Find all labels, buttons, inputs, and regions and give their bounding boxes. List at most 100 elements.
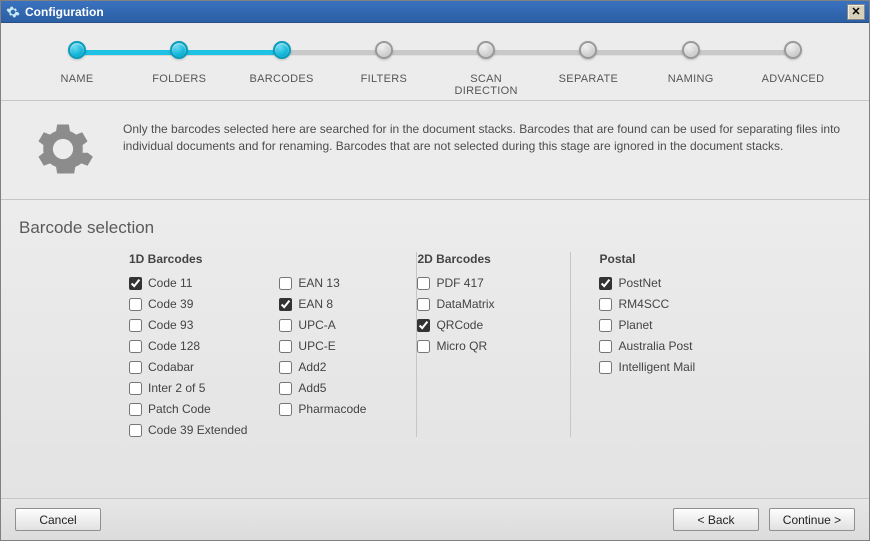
step-label: NAME xyxy=(61,73,94,85)
step-label: SCAN DIRECTION xyxy=(455,73,518,97)
checkbox-ean-13[interactable]: EAN 13 xyxy=(279,276,366,290)
checkbox-input[interactable] xyxy=(599,298,612,311)
checkbox-input[interactable] xyxy=(599,361,612,374)
checkbox-input[interactable] xyxy=(129,319,142,332)
checkbox-micro-qr[interactable]: Micro QR xyxy=(417,339,494,353)
step-dot[interactable] xyxy=(170,41,188,59)
checkbox-input[interactable] xyxy=(129,277,142,290)
step-folders[interactable]: FOLDERS xyxy=(129,41,229,85)
step-name[interactable]: NAME xyxy=(27,41,127,85)
step-naming[interactable]: NAMING xyxy=(641,41,741,85)
checkbox-input[interactable] xyxy=(279,361,292,374)
continue-button[interactable]: Continue > xyxy=(769,508,855,531)
step-label: ADVANCED xyxy=(762,73,825,85)
checkbox-pdf-417[interactable]: PDF 417 xyxy=(417,276,494,290)
step-barcodes[interactable]: BARCODES xyxy=(232,41,332,85)
checkbox-input[interactable] xyxy=(129,298,142,311)
window-title: Configuration xyxy=(25,5,104,19)
checkbox-input[interactable] xyxy=(417,277,430,290)
step-dot[interactable] xyxy=(579,41,597,59)
checkbox-input[interactable] xyxy=(279,340,292,353)
checkbox-input[interactable] xyxy=(279,277,292,290)
checkbox-label: Code 93 xyxy=(148,318,193,332)
group-2d-barcodes: 2D Barcodes PDF 417 DataMatrix QRCode Mi… xyxy=(416,252,571,437)
checkbox-input[interactable] xyxy=(599,319,612,332)
step-filters[interactable]: FILTERS xyxy=(334,41,434,85)
step-scan-direction[interactable]: SCAN DIRECTION xyxy=(436,41,536,97)
step-dot[interactable] xyxy=(68,41,86,59)
checkbox-input[interactable] xyxy=(599,277,612,290)
checkbox-input[interactable] xyxy=(129,361,142,374)
checkbox-input[interactable] xyxy=(417,340,430,353)
titlebar: Configuration ✕ xyxy=(1,1,869,23)
checkbox-code-93[interactable]: Code 93 xyxy=(129,318,247,332)
checkbox-australia-post[interactable]: Australia Post xyxy=(599,339,695,353)
step-label: BARCODES xyxy=(249,73,313,85)
step-separate[interactable]: SEPARATE xyxy=(538,41,638,85)
checkbox-label: Add5 xyxy=(298,381,326,395)
checkbox-input[interactable] xyxy=(417,298,430,311)
checkbox-datamatrix[interactable]: DataMatrix xyxy=(417,297,494,311)
checkbox-patch-code[interactable]: Patch Code xyxy=(129,402,247,416)
step-advanced[interactable]: ADVANCED xyxy=(743,41,843,85)
checkbox-pharmacode[interactable]: Pharmacode xyxy=(279,402,366,416)
barcode-columns: 1D Barcodes Code 11 Code 39 Code 93 Code… xyxy=(19,252,851,437)
checkbox-label: Code 11 xyxy=(148,276,192,290)
config-window: Configuration ✕ NAME FOLDERS BARCODES FI… xyxy=(0,0,870,541)
checkbox-ean-8[interactable]: EAN 8 xyxy=(279,297,366,311)
checkbox-code-39[interactable]: Code 39 xyxy=(129,297,247,311)
group-postal: Postal PostNet RM4SCC Planet Australia P… xyxy=(571,252,723,437)
checkbox-input[interactable] xyxy=(279,319,292,332)
checkbox-add2[interactable]: Add2 xyxy=(279,360,366,374)
back-button[interactable]: < Back xyxy=(673,508,759,531)
checkbox-label: Code 39 Extended xyxy=(148,423,247,437)
step-label: FOLDERS xyxy=(152,73,206,85)
checkbox-input[interactable] xyxy=(129,340,142,353)
step-dot[interactable] xyxy=(375,41,393,59)
checkbox-input[interactable] xyxy=(279,382,292,395)
checkbox-postnet[interactable]: PostNet xyxy=(599,276,695,290)
checkbox-rm4scc[interactable]: RM4SCC xyxy=(599,297,695,311)
footer: Cancel < Back Continue > xyxy=(1,498,869,540)
step-dot[interactable] xyxy=(682,41,700,59)
checkbox-qrcode[interactable]: QRCode xyxy=(417,318,494,332)
step-dot[interactable] xyxy=(784,41,802,59)
checkbox-add5[interactable]: Add5 xyxy=(279,381,366,395)
checkbox-input[interactable] xyxy=(279,403,292,416)
checkbox-inter-2-of-5[interactable]: Inter 2 of 5 xyxy=(129,381,247,395)
checkbox-input[interactable] xyxy=(417,319,430,332)
step-label: SEPARATE xyxy=(559,73,618,85)
checkbox-code-128[interactable]: Code 128 xyxy=(129,339,247,353)
close-icon: ✕ xyxy=(851,5,860,18)
cancel-button[interactable]: Cancel xyxy=(15,508,101,531)
subcol-postal: PostNet RM4SCC Planet Australia Post Int… xyxy=(599,276,695,374)
checkbox-input[interactable] xyxy=(129,403,142,416)
subcol-1d-left: Code 11 Code 39 Code 93 Code 128 Codabar… xyxy=(129,276,247,437)
checkbox-code-11[interactable]: Code 11 xyxy=(129,276,247,290)
checkbox-label: Intelligent Mail xyxy=(618,360,695,374)
close-button[interactable]: ✕ xyxy=(847,4,865,20)
checkbox-label: Inter 2 of 5 xyxy=(148,381,205,395)
subcol-2d: PDF 417 DataMatrix QRCode Micro QR xyxy=(417,276,494,353)
checkbox-upc-e[interactable]: UPC-E xyxy=(279,339,366,353)
group-header-1d: 1D Barcodes xyxy=(129,252,247,266)
wizard-stepper: NAME FOLDERS BARCODES FILTERS SCAN DIREC… xyxy=(1,23,869,101)
step-dot[interactable] xyxy=(477,41,495,59)
checkbox-label: Add2 xyxy=(298,360,326,374)
checkbox-label: EAN 8 xyxy=(298,297,333,311)
checkbox-input[interactable] xyxy=(129,382,142,395)
checkbox-input[interactable] xyxy=(279,298,292,311)
checkbox-codabar[interactable]: Codabar xyxy=(129,360,247,374)
checkbox-code-39-extended[interactable]: Code 39 Extended xyxy=(129,423,247,437)
group-header-2d: 2D Barcodes xyxy=(417,252,494,266)
checkbox-label: Planet xyxy=(618,318,652,332)
checkbox-label: Pharmacode xyxy=(298,402,366,416)
step-dot[interactable] xyxy=(273,41,291,59)
step-label: FILTERS xyxy=(361,73,408,85)
checkbox-intelligent-mail[interactable]: Intelligent Mail xyxy=(599,360,695,374)
checkbox-label: PostNet xyxy=(618,276,661,290)
checkbox-planet[interactable]: Planet xyxy=(599,318,695,332)
checkbox-input[interactable] xyxy=(599,340,612,353)
checkbox-upc-a[interactable]: UPC-A xyxy=(279,318,366,332)
checkbox-input[interactable] xyxy=(129,424,142,437)
